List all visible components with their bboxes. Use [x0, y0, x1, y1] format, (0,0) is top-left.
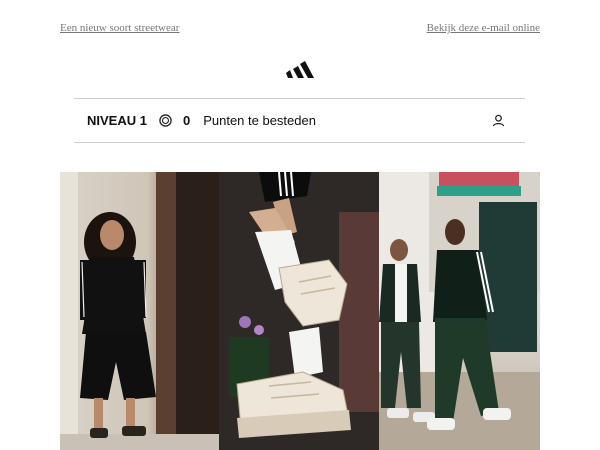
hero-image[interactable]: [60, 172, 540, 450]
hero-panel-sneaker: [219, 172, 379, 450]
hero-panel-men: [379, 172, 540, 450]
email-header-links: Een nieuw soort streetwear Bekijk deze e…: [60, 22, 540, 34]
woman-figure: [60, 172, 219, 450]
men-figures: [379, 172, 540, 450]
level-label: NIVEAU 1: [87, 113, 147, 128]
points-label: Punten te besteden: [203, 113, 316, 128]
adidas-logo[interactable]: [286, 60, 314, 78]
view-online-link[interactable]: Bekijk deze e-mail online: [427, 22, 540, 34]
user-icon[interactable]: [492, 114, 505, 127]
points-coin-icon: [159, 114, 172, 127]
points-value: 0: [182, 113, 191, 128]
tagline-link[interactable]: Een nieuw soort streetwear: [60, 22, 179, 34]
hero-panel-woman: [60, 172, 219, 450]
rewards-bar: NIVEAU 1 0 Punten te besteden: [74, 98, 525, 143]
sneaker-closeup: [219, 172, 379, 450]
